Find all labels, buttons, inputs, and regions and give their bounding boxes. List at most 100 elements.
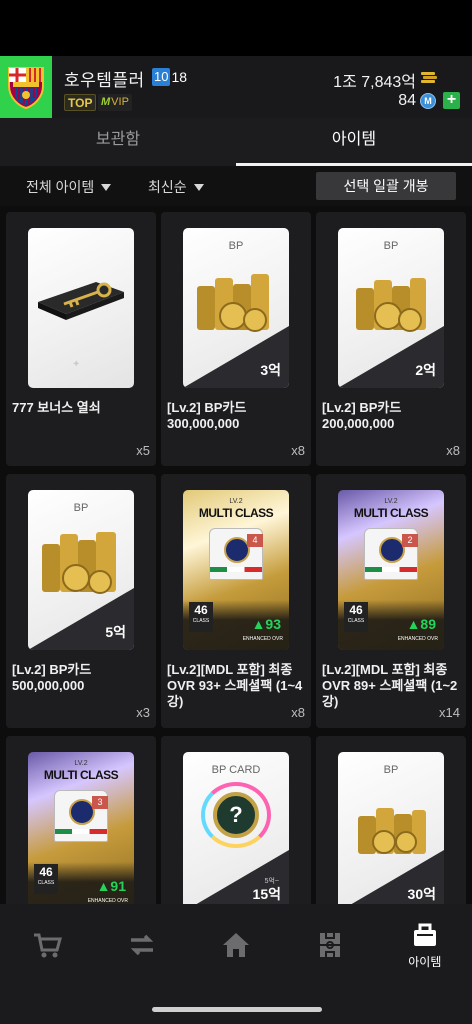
status-bar — [0, 0, 472, 56]
mc-balance: 84 — [398, 92, 416, 109]
profile-header: 호우템플러 10 18 TOP MVIP 1조 7,843억 84 M + — [0, 56, 472, 118]
sort-filter[interactable]: 최신순 — [148, 177, 204, 197]
pack-title: MULTI CLASS — [43, 768, 119, 782]
class-label: CLASS — [347, 618, 365, 624]
class-box: 46 CLASS — [344, 602, 368, 632]
filter-bar: 전체 아이템 최신순 선택 일괄 개봉 — [0, 166, 472, 206]
item-card: ✦ — [28, 228, 134, 388]
nav-transfer[interactable] — [94, 904, 188, 992]
home-indicator[interactable] — [152, 1007, 322, 1012]
category-filter[interactable]: 전체 아이템 — [26, 177, 112, 197]
item-card: LV.2 MULTI CLASS 3 46 CLASS ▲91 ENHANCED… — [28, 752, 134, 904]
class-box: 46 CLASS — [189, 602, 213, 632]
fcb-crest-icon — [8, 67, 44, 110]
jersey-stripe — [210, 567, 262, 572]
item-card: BP 3억 — [183, 228, 289, 388]
item-name: 777 보너스 열쇠 — [12, 400, 101, 415]
class-number: 46 — [349, 603, 363, 617]
tab-items[interactable]: 아이템 — [236, 118, 472, 166]
class-box: 46 CLASS — [34, 864, 58, 894]
item-count: x5 — [136, 443, 150, 458]
item-tile[interactable]: BP 30억 — [316, 736, 466, 904]
bp-balance: 1조 7,843억 — [333, 74, 416, 91]
item-card: LV.2 MULTI CLASS 4 46 CLASS ▲93 ENHANCED… — [183, 490, 289, 650]
class-number: 46 — [39, 865, 53, 879]
vip-text: VIP — [111, 96, 129, 108]
item-card: LV.2 MULTI CLASS 2 46 CLASS ▲89 ENHANCED… — [338, 490, 444, 650]
ovr-label: ENHANCED OVR — [242, 636, 283, 642]
nav-home[interactable] — [189, 904, 283, 992]
ovr-value: ▲89 — [406, 616, 436, 632]
team-crest[interactable] — [0, 56, 52, 118]
level-badge: 10 18 — [152, 68, 187, 86]
ovr-value: ▲91 — [96, 878, 126, 894]
card-label: BP — [383, 240, 399, 252]
mc-coin-icon: M — [420, 93, 436, 109]
card-label: BP — [228, 240, 244, 252]
enhance-level: 3 — [92, 796, 108, 809]
key-box-icon — [38, 282, 124, 320]
item-count: x8 — [446, 443, 460, 458]
item-tile[interactable]: LV.2 MULTI CLASS 4 46 CLASS ▲93 ENHANCED… — [161, 474, 311, 728]
vip-m-mark: M — [101, 96, 111, 108]
pack-level: LV.2 — [74, 760, 88, 767]
item-tile[interactable]: LV.2 MULTI CLASS 2 46 CLASS ▲89 ENHANCED… — [316, 474, 466, 728]
item-name: [Lv.2][MDL 포함] 최종 OVR 89+ 스페셜팩 (1~2강) — [322, 662, 458, 709]
bp-coins-icon — [42, 532, 116, 594]
jersey-stripe — [365, 567, 417, 572]
ovr-label: ENHANCED OVR — [397, 636, 438, 642]
chevron-down-icon — [101, 183, 112, 191]
item-grid: ✦ 777 보너스 열쇠 x5 BP 3억 [Lv.2] BP카드 300,00… — [0, 206, 472, 904]
level-suffix: 18 — [171, 69, 188, 85]
card-label: BP — [383, 764, 399, 776]
pack-title: MULTI CLASS — [353, 506, 429, 520]
ovr-value: ▲93 — [251, 616, 281, 632]
system-home-bar — [0, 992, 472, 1024]
enhance-level: 4 — [247, 534, 263, 547]
bp-coins-icon — [358, 808, 426, 854]
bp-coin-stack-icon — [421, 72, 437, 83]
home-icon — [223, 933, 250, 957]
card-label: BP — [73, 502, 89, 514]
class-label: CLASS — [192, 618, 210, 624]
pack-level: LV.2 — [384, 498, 398, 505]
vip-badge: MVIP — [98, 94, 132, 111]
card-label: BP CARD — [211, 764, 261, 776]
nav-shop[interactable] — [0, 904, 94, 992]
item-tile[interactable]: ✦ 777 보너스 열쇠 x5 — [6, 212, 156, 466]
bp-coins-icon — [356, 278, 426, 332]
class-number: 46 — [194, 603, 208, 617]
item-card: BP 30억 — [338, 752, 444, 904]
item-tile[interactable]: BP 3억 [Lv.2] BP카드 300,000,000 x8 — [161, 212, 311, 466]
level-prefix: 10 — [152, 68, 171, 86]
nav-squad[interactable] — [283, 904, 377, 992]
nav-items[interactable]: 아이템 — [378, 904, 472, 992]
card-amount: 30억 — [407, 886, 436, 902]
item-card: BP 5억 — [28, 490, 134, 650]
item-name: [Lv.2][MDL 포함] 최종 OVR 93+ 스페셜팩 (1~4강) — [167, 662, 303, 709]
enhance-level: 2 — [402, 534, 418, 547]
mystery-coin-icon: ? — [213, 792, 259, 838]
item-tile[interactable]: BP 2억 [Lv.2] BP카드 200,000,000 x8 — [316, 212, 466, 466]
item-count: x8 — [291, 705, 305, 720]
item-count: x8 — [291, 443, 305, 458]
item-tile[interactable]: BP CARD ? 5억~ 15억 — [161, 736, 311, 904]
card-amount: 3억 — [260, 362, 281, 378]
item-name: [Lv.2] BP카드 300,000,000 — [167, 400, 247, 431]
add-mc-button[interactable]: + — [443, 92, 460, 109]
bp-coins-icon — [197, 274, 269, 332]
chevron-down-icon — [193, 183, 204, 191]
item-name: [Lv.2] BP카드 200,000,000 — [322, 400, 402, 431]
category-filter-label: 전체 아이템 — [26, 179, 95, 195]
team-name: 호우템플러 — [64, 71, 145, 90]
open-selected-button[interactable]: 선택 일괄 개봉 — [316, 172, 456, 200]
tab-storage[interactable]: 보관함 — [0, 118, 236, 166]
pitch-icon — [320, 933, 341, 957]
top-badge: TOP — [64, 94, 97, 111]
cart-icon — [34, 933, 63, 958]
item-count: x14 — [439, 705, 460, 720]
item-tile[interactable]: LV.2 MULTI CLASS 3 46 CLASS ▲91 ENHANCED… — [6, 736, 156, 904]
item-bag-icon — [413, 923, 436, 946]
item-tile[interactable]: BP 5억 [Lv.2] BP카드 500,000,000 x3 — [6, 474, 156, 728]
item-card: BP CARD ? 5억~ 15억 — [183, 752, 289, 904]
